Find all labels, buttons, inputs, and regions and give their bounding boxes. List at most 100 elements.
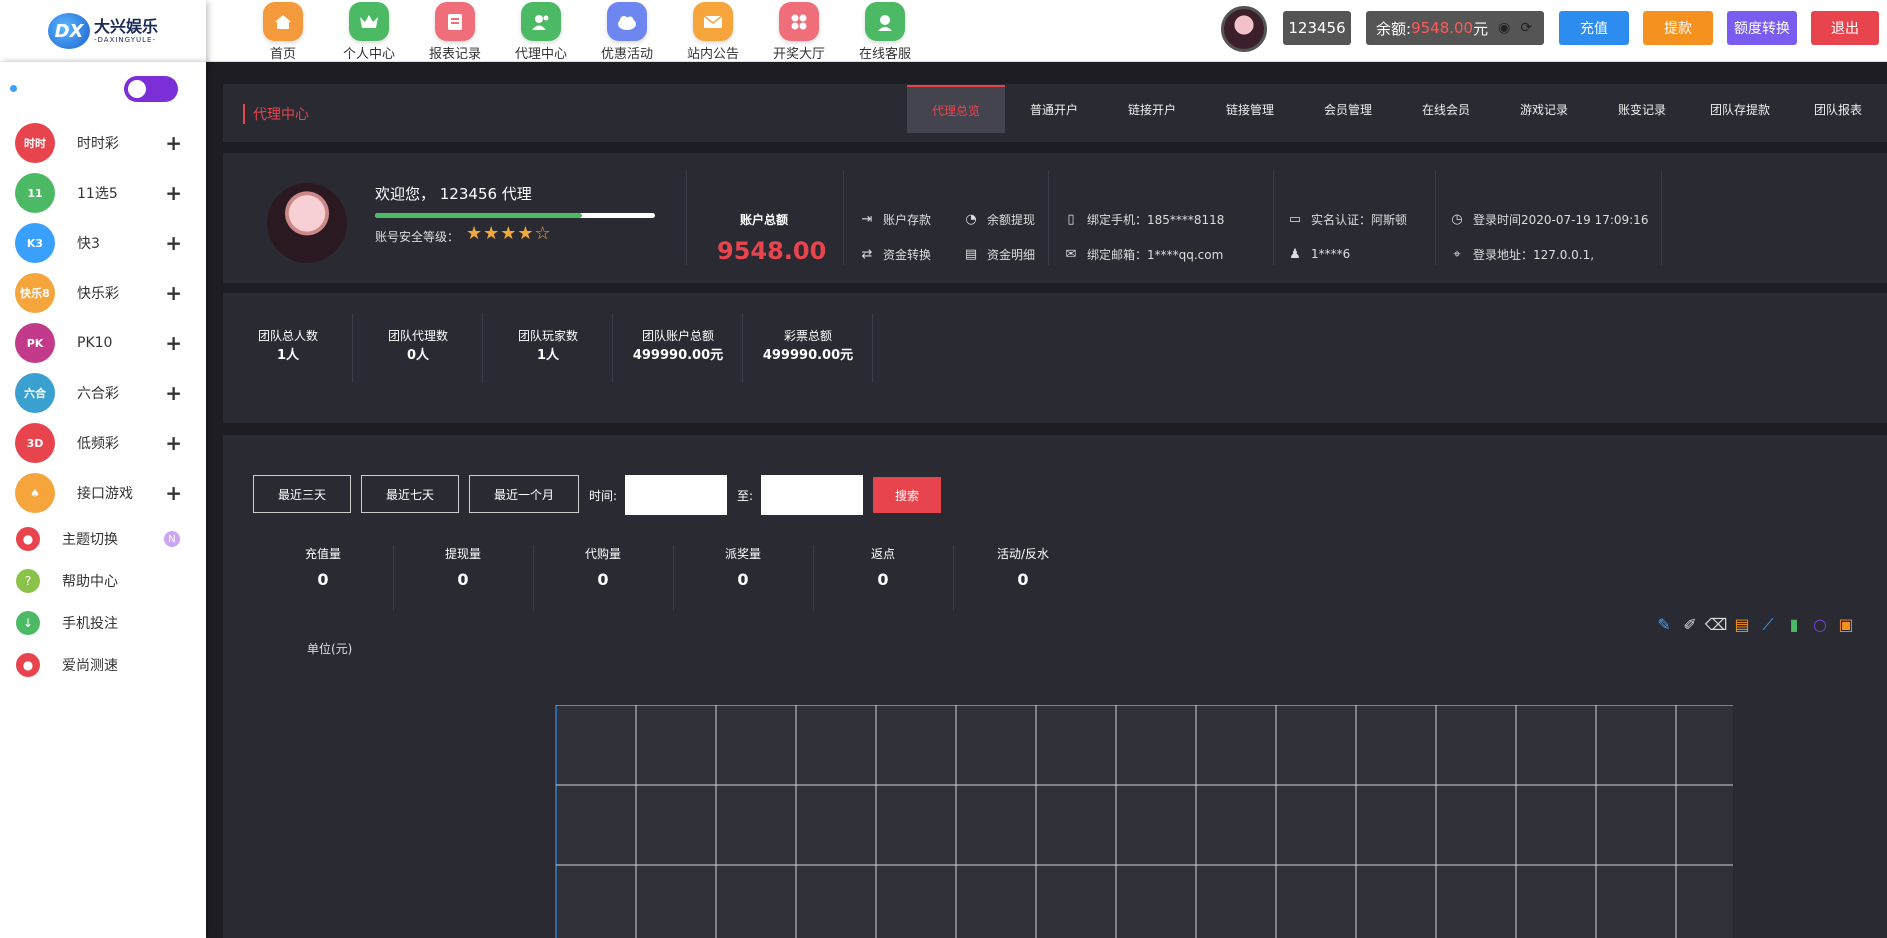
email-text: 绑定邮箱：1****qq.com bbox=[1087, 248, 1224, 262]
trash-icon[interactable]: ⌫ bbox=[1703, 615, 1729, 635]
help-icon: ? bbox=[16, 569, 40, 593]
sidebar: 时时 时时彩 + 11 11选5 + K3 快3 + 快乐8 快乐彩 + PK PK10 + 六合六… bbox=[0, 62, 206, 938]
expand-icon[interactable]: + bbox=[165, 381, 182, 405]
transfer-button[interactable]: 额度转换 bbox=[1727, 11, 1797, 45]
realname-info: ▭ 实名认证：阿斯顿 bbox=[1287, 211, 1407, 228]
chart-grid bbox=[555, 705, 1733, 938]
expand-icon[interactable]: + bbox=[165, 331, 182, 355]
k3-icon: K3 bbox=[15, 223, 55, 263]
balance-amount: 9548.00 bbox=[1411, 19, 1474, 37]
sidebar-item-mark-six[interactable]: 六合 六合彩 + bbox=[0, 368, 206, 418]
sidebar-item-pk10[interactable]: PK PK10 + bbox=[0, 318, 206, 368]
save-icon[interactable]: ▣ bbox=[1833, 615, 1859, 635]
team-players: 团队玩家数 1人 bbox=[483, 327, 613, 363]
sidebar-item-ssc[interactable]: 时时 时时彩 + bbox=[0, 118, 206, 168]
expand-icon[interactable]: + bbox=[165, 481, 182, 505]
eraser-icon[interactable]: ✐ bbox=[1677, 615, 1703, 635]
avatar[interactable] bbox=[1221, 6, 1267, 52]
transfer-link[interactable]: ⇄ 资金转换 bbox=[859, 246, 931, 263]
sidebar-item-label: 时时彩 bbox=[77, 136, 119, 152]
sidebar-item-mobile[interactable]: ↓ 手机投注 bbox=[0, 602, 206, 644]
pk10-icon: PK bbox=[15, 323, 55, 363]
nav-announcements[interactable]: 站内公告 bbox=[670, 0, 756, 62]
sidebar-item-help[interactable]: ? 帮助中心 bbox=[0, 560, 206, 602]
logo-mark-icon: DX bbox=[47, 13, 90, 49]
bar-chart-icon[interactable]: ▮ bbox=[1781, 615, 1807, 635]
nav-promotions[interactable]: 优惠活动 bbox=[584, 0, 670, 62]
document-icon[interactable]: ▤ bbox=[1729, 615, 1755, 635]
sidebar-item-low-freq[interactable]: 3D 低频彩 + bbox=[0, 418, 206, 468]
sidebar-item-11x5[interactable]: 11 11选5 + bbox=[0, 168, 206, 218]
nav-reports[interactable]: 报表记录 bbox=[412, 0, 498, 62]
sidebar-item-label: 低频彩 bbox=[77, 436, 119, 452]
tab-account-changes[interactable]: 账变记录 bbox=[1593, 85, 1691, 133]
login-time-text: 登录时间2020-07-19 17:09:16 bbox=[1473, 213, 1649, 227]
sidebar-toggle[interactable] bbox=[124, 76, 178, 102]
time-label: 时间: bbox=[589, 489, 618, 503]
tab-members[interactable]: 会员管理 bbox=[1299, 85, 1397, 133]
page-title: 代理中心 bbox=[243, 104, 309, 124]
last-3-days-button[interactable]: 最近三天 bbox=[253, 475, 351, 513]
last-7-days-button[interactable]: 最近七天 bbox=[361, 475, 459, 513]
nav-draw-hall[interactable]: 开奖大厅 bbox=[756, 0, 842, 62]
stat-value: 499990.00元 bbox=[632, 348, 724, 363]
deposit-button[interactable]: 充值 bbox=[1559, 11, 1629, 45]
nav-support[interactable]: 在线客服 bbox=[842, 0, 928, 62]
pencil-icon[interactable]: ✎ bbox=[1651, 615, 1677, 635]
nav-home[interactable]: 首页 bbox=[240, 0, 326, 62]
expand-icon[interactable]: + bbox=[165, 181, 182, 205]
deposit-link[interactable]: ⇥ 账户存款 bbox=[859, 211, 931, 228]
qq-info: ♟ 1****6 bbox=[1287, 246, 1350, 262]
metric-label: 充值量 bbox=[304, 547, 341, 561]
nav-agent-center[interactable]: 代理中心 bbox=[498, 0, 584, 62]
sidebar-item-k3[interactable]: K3 快3 + bbox=[0, 218, 206, 268]
realname-text: 实名认证：阿斯顿 bbox=[1311, 213, 1408, 227]
circle-icon[interactable]: ○ bbox=[1807, 615, 1833, 635]
funds-detail-link[interactable]: ▤ 资金明细 bbox=[963, 246, 1035, 263]
profile-panel: 欢迎您， 123456 代理 账号安全等级： ★★★★☆ 账户总额 9548.0… bbox=[223, 153, 1887, 283]
tab-game-records[interactable]: 游戏记录 bbox=[1495, 85, 1593, 133]
eye-off-icon[interactable]: ◉ bbox=[1498, 20, 1510, 36]
nav-personal-center[interactable]: 个人中心 bbox=[326, 0, 412, 62]
sidebar-item-theme[interactable]: ● 主题切换 N bbox=[0, 518, 206, 560]
refresh-icon[interactable]: ⟳ bbox=[1520, 20, 1532, 36]
team-total: 团队总人数 1人 bbox=[223, 327, 353, 363]
stat-value: 499990.00元 bbox=[762, 348, 854, 363]
sidebar-item-label: 接口游戏 bbox=[77, 486, 133, 502]
logo[interactable]: DX 大兴娱乐 -DAXINGYULE- bbox=[0, 0, 206, 62]
brand-sub: -DAXINGYULE- bbox=[93, 36, 156, 44]
deposit-label: 账户存款 bbox=[883, 213, 932, 227]
nav-label: 报表记录 bbox=[428, 47, 481, 62]
crown-icon bbox=[349, 2, 389, 41]
last-month-button[interactable]: 最近一个月 bbox=[469, 475, 579, 513]
end-date-input[interactable] bbox=[761, 475, 863, 515]
sidebar-item-label: 爱尚测速 bbox=[62, 658, 118, 674]
tab-online-members[interactable]: 在线会员 bbox=[1397, 85, 1495, 133]
withdraw-link[interactable]: ◔ 余额提现 bbox=[963, 211, 1035, 228]
sidebar-item-happy[interactable]: 快乐8 快乐彩 + bbox=[0, 268, 206, 318]
expand-icon[interactable]: + bbox=[165, 131, 182, 155]
tab-team-report[interactable]: 团队报表 bbox=[1789, 85, 1887, 133]
expand-icon[interactable]: + bbox=[165, 231, 182, 255]
metric-value: 0 bbox=[877, 570, 889, 589]
metric-label: 返点 bbox=[870, 547, 895, 561]
sidebar-item-speedtest[interactable]: ● 爱尚测速 bbox=[0, 644, 206, 686]
stat-value: 1人 bbox=[536, 348, 560, 363]
search-button[interactable]: 搜索 bbox=[873, 477, 941, 513]
tab-overview[interactable]: 代理总览 bbox=[907, 85, 1005, 133]
start-date-input[interactable] bbox=[625, 475, 727, 515]
tab-link-manage[interactable]: 链接管理 bbox=[1201, 85, 1299, 133]
email-info: ✉ 绑定邮箱：1****qq.com bbox=[1063, 246, 1224, 263]
team-panel: 团队总人数 1人 团队代理数 0人 团队玩家数 1人 团队账户总额 499990.00元… bbox=[223, 293, 1887, 423]
sidebar-item-api-games[interactable]: ♠ 接口游戏 + bbox=[0, 468, 206, 518]
tab-open-account[interactable]: 普通开户 bbox=[1005, 85, 1103, 133]
line-chart-icon[interactable]: ⟋ bbox=[1755, 615, 1781, 635]
expand-icon[interactable]: + bbox=[165, 431, 182, 455]
metric-recharge: 充值量 0 bbox=[253, 545, 393, 589]
tab-team-deposits[interactable]: 团队存提款 bbox=[1691, 85, 1789, 133]
balance-box: 余额: 9548.00 元 ◉ ⟳ bbox=[1366, 11, 1544, 45]
withdraw-button[interactable]: 提款 bbox=[1643, 11, 1713, 45]
expand-icon[interactable]: + bbox=[165, 281, 182, 305]
logout-button[interactable]: 退出 bbox=[1811, 11, 1879, 45]
tab-link-open[interactable]: 链接开户 bbox=[1103, 85, 1201, 133]
